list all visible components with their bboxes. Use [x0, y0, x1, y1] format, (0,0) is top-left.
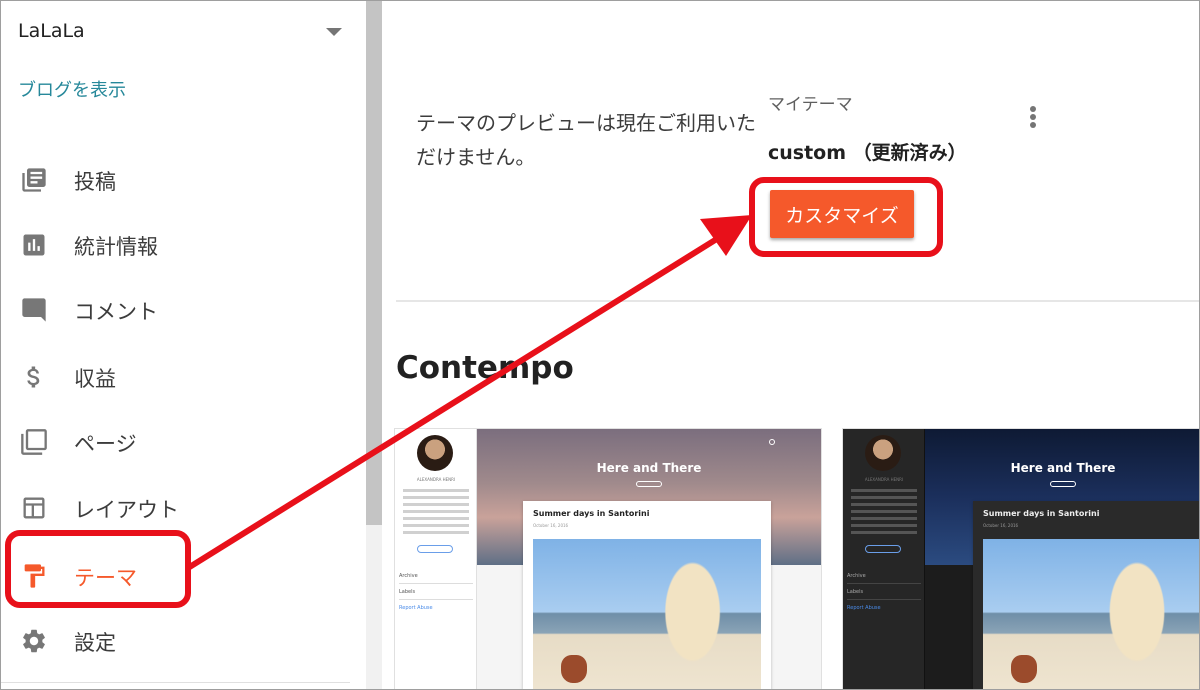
sidebar-item-label: ページ	[74, 432, 137, 456]
sidebar-divider	[0, 682, 350, 683]
thumbnail-post-title: Summer days in Santorini	[983, 509, 1100, 518]
view-blog-link[interactable]: ブログを表示	[18, 76, 126, 102]
thumbnail-author: ALEXANDRA HENRI	[416, 477, 456, 482]
sidebar-item-settings[interactable]: 設定	[0, 613, 366, 669]
thumbnail-author: ALEXANDRA HENRI	[864, 477, 904, 482]
thumbnail-post-image	[533, 539, 761, 689]
blog-selector[interactable]: LaLaLa	[18, 18, 348, 46]
thumbnail-post-image	[983, 539, 1200, 689]
thumbnail-menu-archive: Archive	[847, 573, 921, 584]
thumbnail-post-date: October 16, 2016	[533, 523, 569, 528]
theme-roller-icon	[24, 564, 45, 588]
thumbnail-blog-title: Here and There	[1010, 461, 1116, 475]
thumbnail-button	[865, 545, 901, 553]
sidebar-item-posts[interactable]: 投稿	[0, 152, 366, 208]
thumbnail-blog-title: Here and There	[596, 461, 702, 475]
thumbnail-bio	[851, 489, 917, 538]
thumbnail-menu-archive: Archive	[399, 573, 473, 584]
sidebar-scrollbar-thumb[interactable]	[366, 0, 382, 525]
thumbnail-post-card: Summer days in Santorini October 16, 201…	[523, 501, 771, 689]
sidebar-item-pages[interactable]: ページ	[0, 414, 366, 470]
section-divider	[396, 300, 1200, 302]
thumbnail-subscribe-pill	[1050, 481, 1076, 487]
my-theme-label: マイテーマ	[768, 95, 853, 115]
comment-icon	[22, 298, 46, 322]
sidebar-item-layout[interactable]: レイアウト	[0, 480, 366, 536]
sidebar-item-label: 設定	[74, 631, 116, 655]
avatar	[865, 435, 901, 471]
sidebar-item-label: テーマ	[74, 566, 137, 590]
sidebar: LaLaLa ブログを表示 投稿 統計情報 コメント 収益 ページ レイアウト …	[0, 0, 366, 690]
sidebar-item-theme[interactable]: テーマ	[0, 548, 366, 604]
theme-thumbnail-dark[interactable]: ALEXANDRA HENRI Archive Labels Report Ab…	[842, 428, 1200, 690]
thumbnail-report-link: Report Abuse	[399, 605, 433, 611]
chevron-down-icon	[326, 28, 342, 36]
posts-icon	[22, 168, 46, 192]
search-icon	[769, 439, 775, 445]
dollar-icon	[27, 366, 40, 388]
thumbnail-post-date: October 16, 2016	[983, 523, 1019, 528]
sidebar-item-label: コメント	[74, 300, 158, 324]
thumbnail-button	[417, 545, 453, 553]
sidebar-item-label: 統計情報	[74, 235, 158, 259]
thumbnail-sidebar: ALEXANDRA HENRI Archive Labels Report Ab…	[843, 429, 925, 689]
thumbnail-menu-labels: Labels	[847, 589, 921, 600]
thumbnail-menu-labels: Labels	[399, 589, 473, 600]
theme-thumbnail-light[interactable]: ALEXANDRA HENRI Archive Labels Report Ab…	[394, 428, 822, 690]
sidebar-item-earnings[interactable]: 収益	[0, 349, 366, 405]
layout-icon	[23, 497, 45, 519]
sidebar-item-label: 投稿	[74, 170, 116, 194]
gear-icon	[23, 629, 45, 653]
thumbnail-subscribe-pill	[636, 481, 662, 487]
main-content: テーマのプレビューは現在ご利用いただけません。 マイテーマ custom （更新…	[382, 0, 1200, 690]
thumbnail-post-card: Summer days in Santorini October 16, 201…	[973, 501, 1200, 689]
sidebar-item-label: レイアウト	[74, 498, 179, 522]
avatar	[417, 435, 453, 471]
thumbnail-report-link: Report Abuse	[847, 605, 881, 611]
more-options-icon[interactable]	[1028, 106, 1038, 132]
thumbnail-sidebar: ALEXANDRA HENRI Archive Labels Report Ab…	[395, 429, 477, 689]
customize-button[interactable]: カスタマイズ	[770, 190, 914, 238]
blog-name: LaLaLa	[18, 20, 85, 42]
thumbnail-bio	[403, 489, 469, 538]
theme-section-title: Contempo	[396, 350, 574, 386]
thumbnail-post-title: Summer days in Santorini	[533, 509, 650, 518]
sidebar-item-stats[interactable]: 統計情報	[0, 217, 366, 273]
stats-icon	[23, 234, 45, 256]
current-theme-name: custom （更新済み）	[768, 142, 967, 164]
pages-icon	[21, 429, 47, 455]
preview-unavailable-message: テーマのプレビューは現在ご利用いただけません。	[416, 111, 756, 169]
sidebar-item-label: 収益	[74, 367, 116, 391]
sidebar-item-comments[interactable]: コメント	[0, 282, 366, 338]
